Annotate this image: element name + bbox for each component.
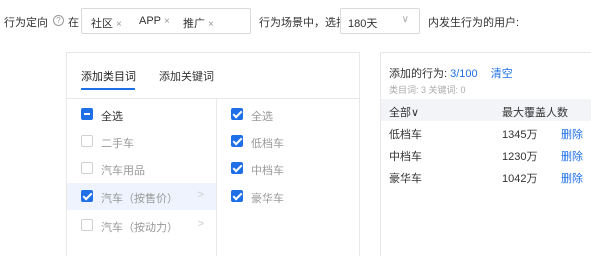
- checkbox[interactable]: [231, 162, 243, 174]
- list-item[interactable]: 二手车: [67, 128, 216, 155]
- targeting-label: 行为定向: [4, 17, 48, 29]
- category-picker: 添加类目词 添加关键词 全选 二手车 汽车用品 汽车（按售价） > 汽车（按动力…: [66, 52, 360, 256]
- scene-tag-select[interactable]: 社区 × APP × 推广 ×: [81, 8, 251, 34]
- chevron-right-icon: >: [197, 189, 204, 201]
- tag-app: APP ×: [139, 15, 170, 27]
- list-item[interactable]: 汽车（按动力） >: [67, 212, 216, 239]
- checkbox[interactable]: [81, 162, 93, 174]
- help-icon[interactable]: ?: [53, 15, 64, 26]
- close-icon[interactable]: ×: [164, 16, 170, 27]
- category-column-level2: 全选 低档车 中档车 豪华车: [217, 99, 361, 256]
- period-value: 180天: [348, 18, 378, 30]
- category-column-level1: 全选 二手车 汽车用品 汽车（按售价） > 汽车（按动力） >: [67, 99, 217, 256]
- checkbox[interactable]: [231, 190, 243, 202]
- chevron-down-icon: ∨: [401, 14, 409, 25]
- scene-label: 行为场景中，选择: [259, 17, 347, 29]
- tab-category-words[interactable]: 添加类目词: [81, 68, 136, 84]
- checkbox[interactable]: [231, 108, 243, 120]
- list-item-select-all[interactable]: 全选: [67, 101, 216, 128]
- selected-summary: 类目词: 3 关键词: 0: [389, 85, 466, 95]
- suffix-label: 内发生行为的用户:: [428, 17, 520, 29]
- close-icon[interactable]: ×: [208, 19, 214, 30]
- tab-keywords[interactable]: 添加关键词: [159, 68, 214, 84]
- picker-tabs: 添加类目词 添加关键词: [67, 53, 359, 99]
- selected-behaviors-panel: 添加的行为: 3/100 清空 类目词: 3 关键词: 0 全部∨ 最大覆盖人数…: [380, 52, 591, 256]
- table-header: 全部∨ 最大覆盖人数: [381, 99, 591, 121]
- delete-link[interactable]: 删除: [561, 148, 583, 164]
- checkbox[interactable]: [81, 135, 93, 147]
- column-header-reach: 最大覆盖人数: [502, 107, 568, 119]
- table-row: 低档车 1345万 删除: [381, 123, 591, 143]
- list-item[interactable]: 低档车: [217, 128, 361, 155]
- list-item[interactable]: 豪华车: [217, 183, 361, 210]
- list-item-select-all[interactable]: 全选: [217, 101, 361, 128]
- checkbox[interactable]: [81, 108, 93, 120]
- checkbox[interactable]: [81, 219, 93, 231]
- tag-community: 社区 ×: [91, 18, 122, 30]
- clear-button[interactable]: 清空: [491, 68, 513, 80]
- in-label: 在: [68, 17, 79, 29]
- chevron-right-icon: >: [197, 218, 204, 230]
- filter-all-dropdown[interactable]: 全部∨: [389, 104, 419, 120]
- table-row: 豪华车 1042万 删除: [381, 167, 591, 187]
- tag-promotion: 推广 ×: [183, 18, 214, 30]
- close-icon[interactable]: ×: [116, 19, 122, 30]
- list-item[interactable]: 中档车: [217, 155, 361, 182]
- targeting-row: 行为定向 ? 在 社区 × APP × 推广 × 行为场景中，选择 180天 ∨ 内发…: [0, 8, 591, 34]
- active-tab-indicator: [81, 88, 135, 90]
- selected-count: 3/100: [450, 68, 478, 80]
- list-item[interactable]: 汽车（按售价） >: [67, 183, 216, 210]
- delete-link[interactable]: 删除: [561, 170, 583, 186]
- delete-link[interactable]: 删除: [561, 126, 583, 142]
- checkbox[interactable]: [231, 135, 243, 147]
- period-select[interactable]: 180天 ∨: [340, 8, 420, 34]
- checkbox[interactable]: [81, 190, 93, 202]
- selected-title: 添加的行为: 3/100 清空: [389, 68, 513, 80]
- list-item[interactable]: 汽车用品: [67, 155, 216, 182]
- table-row: 中档车 1230万 删除: [381, 145, 591, 165]
